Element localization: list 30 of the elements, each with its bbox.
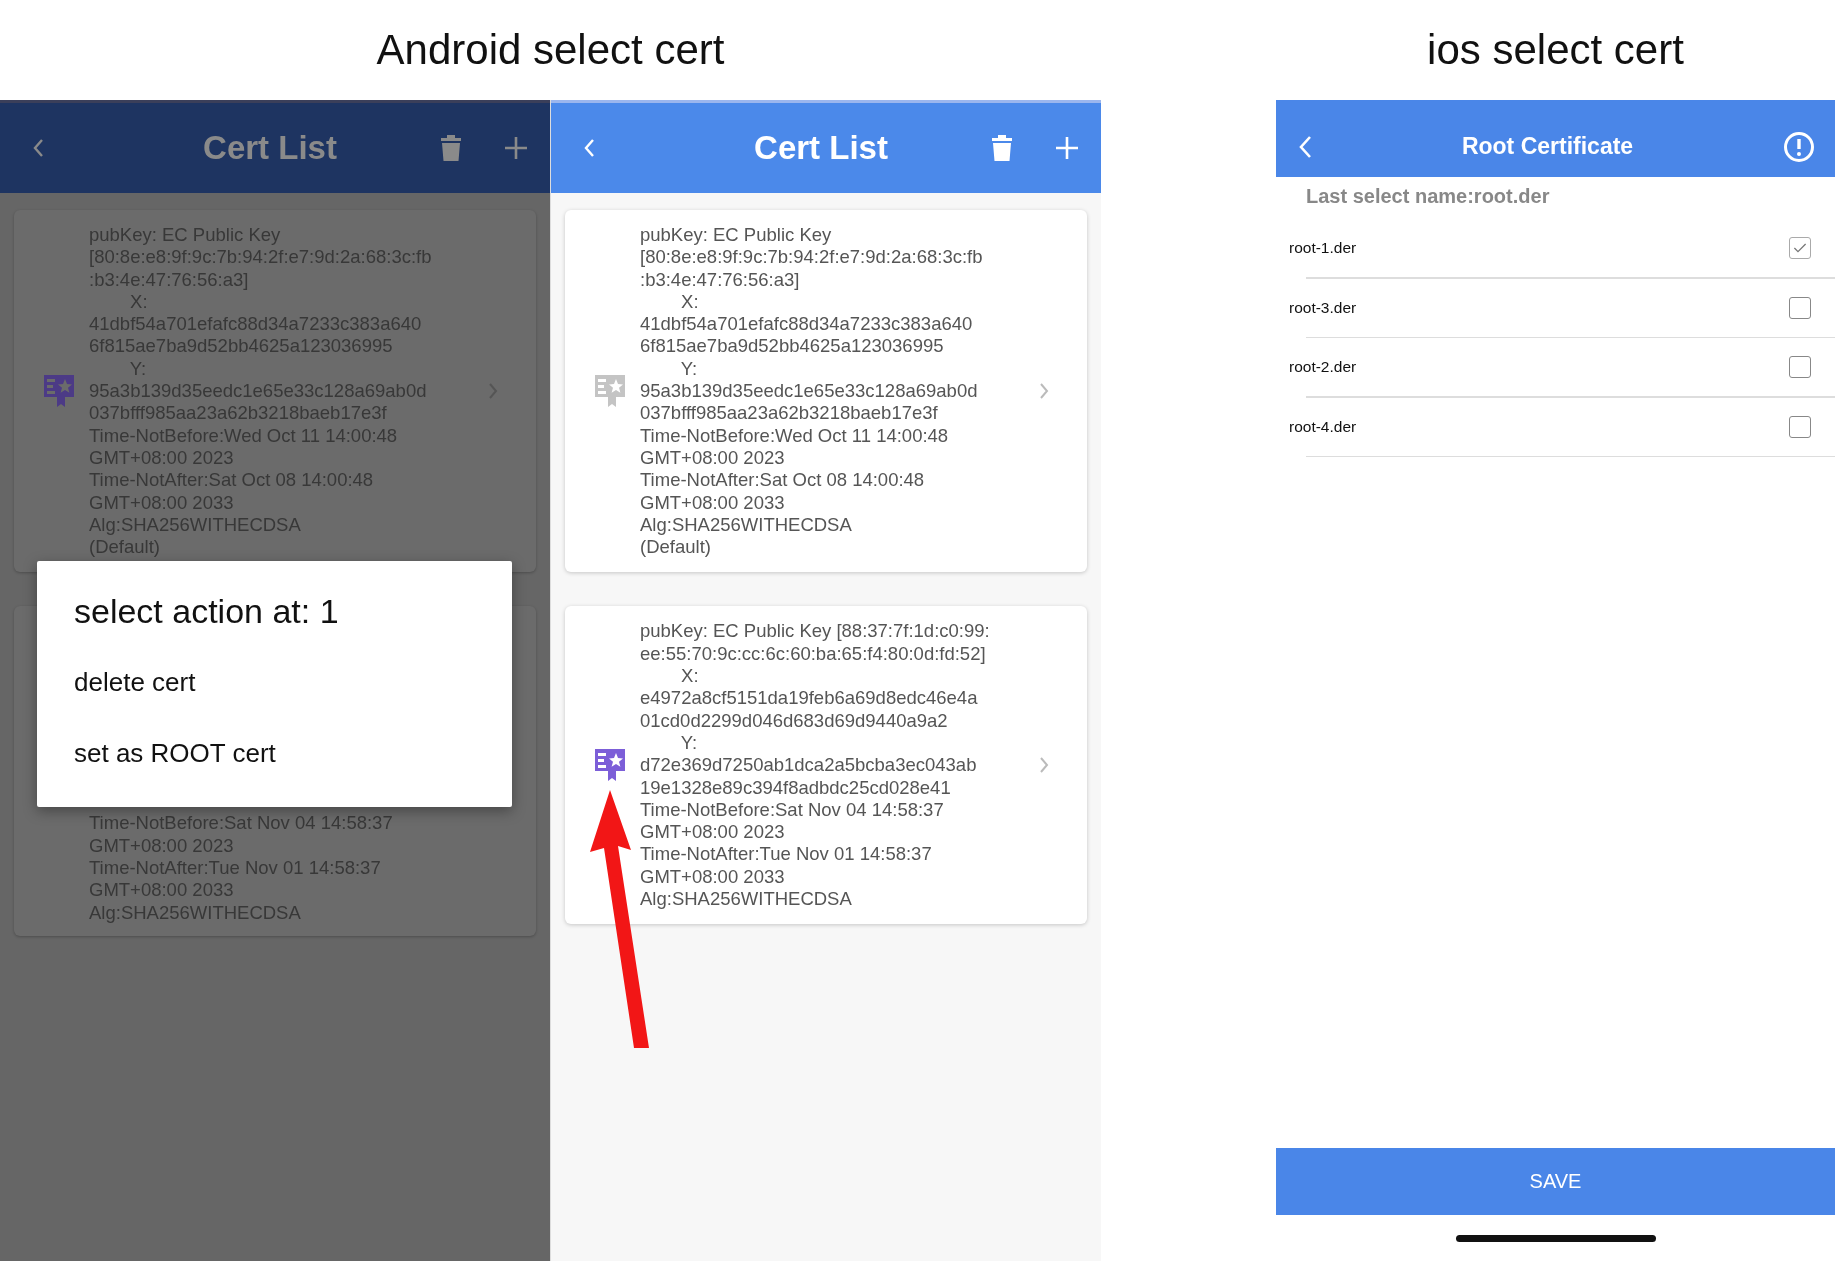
cert-card[interactable] <box>565 210 1087 573</box>
dialog-title: select action at: 1 <box>74 591 339 632</box>
screen-title: Cert List <box>753 129 889 167</box>
cert-details: pubKey: EC Public Key [88:37:7f:1d:c0:99: ee:55:70:9c:cc:6c:60:ba:65:f4:80:0d:fd:52] X: e4972a8cf5151da19feb6a69d8edc46e4a 01cd0d2299d046d683d69d9440a9a2 Y: d72e369d7250ab1dca2a5bcba3ec043ab 19e1328e89c394f8adbdc25cd028e41 Time-NotBefore:Sat Nov 04 14:58:37 GMT+08:00 2023 Time-NotAfter:Tue Nov 01 14:58:37 GMT+08:00 2033 Alg:SHA256WITHECDSA <box>640 620 991 911</box>
section-heading: Android select cert <box>376 26 725 74</box>
back-icon[interactable] <box>32 138 44 158</box>
checkbox[interactable] <box>1789 296 1811 319</box>
save-button[interactable]: SAVE <box>1276 1148 1835 1215</box>
chevron-right-icon <box>1039 756 1049 775</box>
certificate-row[interactable]: root-1.der <box>1276 219 1835 277</box>
last-selected-label: Last select name:root.der <box>1305 184 1551 209</box>
certificate-row[interactable]: root-4.der <box>1276 397 1835 456</box>
cert-card[interactable] <box>565 606 1087 925</box>
chevron-right-icon <box>1039 382 1049 401</box>
screen-title: Root Certificate <box>1460 133 1635 160</box>
checkbox[interactable] <box>1789 237 1811 259</box>
cert-card[interactable] <box>14 210 536 573</box>
section-heading: ios select cert <box>1427 26 1684 74</box>
dialog-option[interactable]: set as ROOT cert <box>74 736 276 807</box>
add-icon[interactable] <box>504 136 528 160</box>
dialog-option[interactable]: delete cert <box>74 666 196 737</box>
checkbox[interactable] <box>1789 356 1811 378</box>
certificate-row[interactable]: root-3.der <box>1276 278 1835 337</box>
cert-details: pubKey: EC Public Key [80:8e:e8:9f:9c:7b:94:2f:e7:9d:2a:68:3c:fb :b3:4e:47:76:56:a3] X: 41dbf54a701efafc88d34a7233c383a640 6f815ae7ba9d52bb4625a123036995 Y: 95a3b139d35eedc1e65e33c128a69ab0d 037bfff985aa23a62b3218baeb17e3f Time-NotBefore:Wed Oct 11 14:00:48 GMT+08:00 2023 Time-NotAfter:Sat Oct 08 14:00:48 GMT+08:00 2033 Alg:SHA256WITHECDSA (Default) <box>640 224 984 559</box>
info-icon[interactable] <box>1783 130 1815 163</box>
screen-title: Cert List <box>202 129 338 167</box>
trash-icon[interactable] <box>440 134 462 162</box>
trash-icon[interactable] <box>991 134 1013 162</box>
certificate-row[interactable]: root-2.der <box>1276 338 1835 396</box>
checkbox[interactable] <box>1789 415 1811 438</box>
